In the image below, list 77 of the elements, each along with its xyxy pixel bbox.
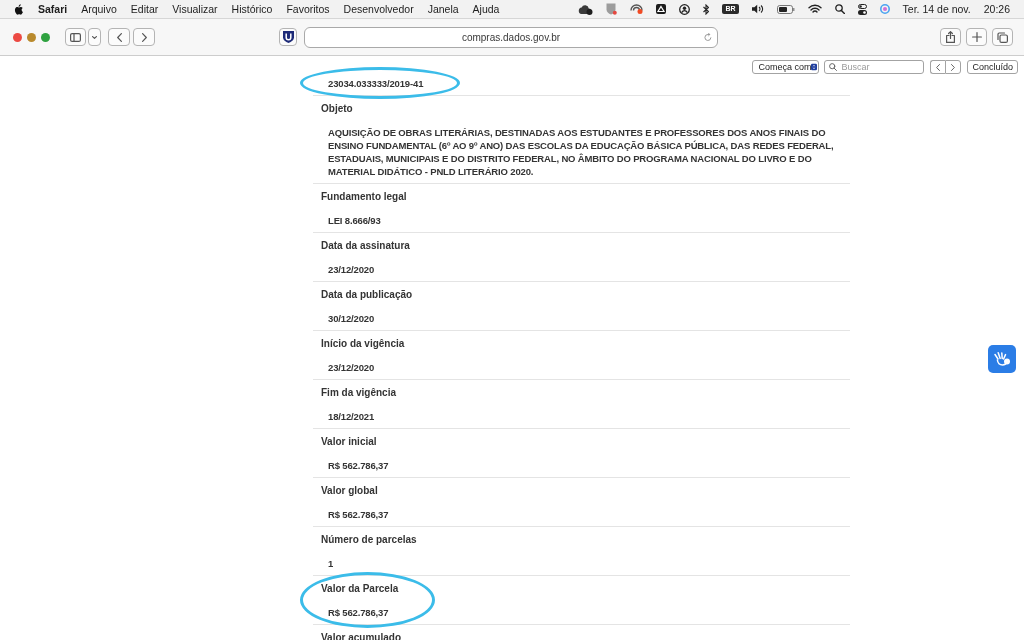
sidebar-button[interactable] [65, 28, 86, 46]
user-icon[interactable] [679, 3, 691, 15]
address-field[interactable]: compras.dados.gov.br [304, 26, 718, 48]
field-label: Data da publicação [321, 288, 413, 301]
field-label: Valor global [321, 484, 379, 497]
chevron-left-icon [936, 63, 941, 71]
stepper-icon [811, 62, 818, 72]
share-button[interactable] [940, 28, 961, 46]
bluetooth-icon[interactable] [703, 3, 710, 15]
find-field[interactable]: Buscar [824, 60, 925, 74]
menu-item[interactable]: Safari [38, 0, 68, 18]
next-match-button[interactable] [945, 60, 962, 74]
menu-item[interactable]: Arquivo [81, 0, 117, 18]
toggles-icon[interactable] [857, 3, 867, 15]
field-label: Fundamento legal [321, 190, 407, 203]
gauge-icon[interactable] [630, 4, 644, 14]
field-label: Objeto [321, 102, 354, 115]
field-label: Data da assinatura [321, 239, 410, 252]
speaker-icon[interactable] [751, 4, 764, 14]
site-icon-button[interactable] [279, 28, 297, 46]
tab-overview-button[interactable] [992, 28, 1013, 46]
menu-item[interactable]: Favoritos [286, 0, 330, 18]
field-value: R$ 562.786,37 [328, 606, 390, 619]
chevron-right-icon [951, 63, 956, 71]
accessibility-button[interactable] [988, 345, 1016, 373]
cloud-icon[interactable] [578, 3, 594, 15]
close-button[interactable] [13, 32, 22, 42]
apple-icon[interactable] [14, 3, 23, 15]
menu-item[interactable]: Editar [130, 0, 159, 18]
menu-item[interactable]: Histórico [231, 0, 273, 18]
hands-icon [993, 351, 1011, 367]
field-label: Valor inicial [321, 435, 378, 448]
forward-button[interactable] [133, 28, 155, 46]
field-label: Início da vigência [321, 337, 405, 350]
share-icon [946, 31, 955, 43]
shield-icon [282, 31, 294, 43]
zoom-button[interactable] [41, 32, 50, 42]
previous-match-button[interactable] [930, 60, 946, 74]
field-value: 23034.033333/2019-41 [328, 77, 424, 90]
field-value: 1 [328, 557, 335, 570]
sidebar-icon [70, 32, 81, 42]
field-label: Valor da Parcela [321, 582, 399, 595]
orb-icon[interactable] [879, 4, 890, 14]
menu-item[interactable]: Desenvolvedor [343, 0, 414, 18]
field-value: 30/12/2020 [328, 312, 376, 325]
shield-icon[interactable] [606, 3, 618, 15]
triangle-icon[interactable] [656, 4, 667, 14]
field-value: 18/12/2021 [328, 410, 376, 423]
minimize-button[interactable] [27, 32, 36, 42]
menu-item[interactable]: Ajuda [472, 0, 500, 18]
done-button[interactable]: Concluído [967, 60, 1018, 74]
search-icon [829, 63, 838, 71]
field-label: Número de parcelas [321, 533, 417, 546]
match-mode-dropdown[interactable]: Começa com [752, 60, 820, 74]
reload-icon[interactable] [704, 32, 712, 42]
tabs-icon [997, 31, 1008, 43]
tab-group-dropdown[interactable] [88, 28, 101, 46]
menu-bar-date[interactable]: Ter. 14 de nov. [902, 0, 971, 18]
menu-item[interactable]: Janela [427, 0, 459, 18]
field-value: 23/12/2020 [328, 361, 376, 374]
new-tab-button[interactable] [966, 28, 987, 46]
field-value: 23/12/2020 [328, 263, 376, 276]
plus-icon [971, 32, 982, 42]
chevron-left-icon [116, 32, 122, 42]
chevron-right-icon [141, 32, 147, 42]
field-value: LEI 8.666/93 [328, 214, 382, 227]
wifi-icon[interactable] [807, 4, 822, 14]
battery-icon[interactable] [776, 4, 795, 14]
back-button[interactable] [108, 28, 130, 46]
menu-bar-clock[interactable]: 20:26 [983, 0, 1010, 18]
chevron-down-icon [92, 35, 97, 39]
field-value: AQUISIÇÃO DE OBRAS LITERÁRIAS, DESTINADAS AOS ESTUDANTES E PROFESSORES DOS ANOS FINAIS DO ENSINO FUNDAMENTAL (6º AO 9º ANO) DAS ESCOLAS DA EDUCAÇÃO BÁSICA PÚBLICA, DAS REDES FEDERAL, ESTADUAIS, MUNICIPAIS E DO DISTRITO FEDERAL, NO ÂMBITO DO PROGRAMA NACIONAL DO LIVRO E DO MATERIAL DIDÁTICO - PNLD LITERÁRIO 2020. [328, 126, 835, 178]
search-icon[interactable] [834, 4, 845, 14]
field-value: R$ 562.786,37 [328, 459, 389, 472]
menu-item[interactable]: Visualizar [172, 0, 218, 18]
field-value: R$ 562.786,37 [328, 508, 389, 521]
field-label: Fim da vigência [321, 386, 397, 399]
